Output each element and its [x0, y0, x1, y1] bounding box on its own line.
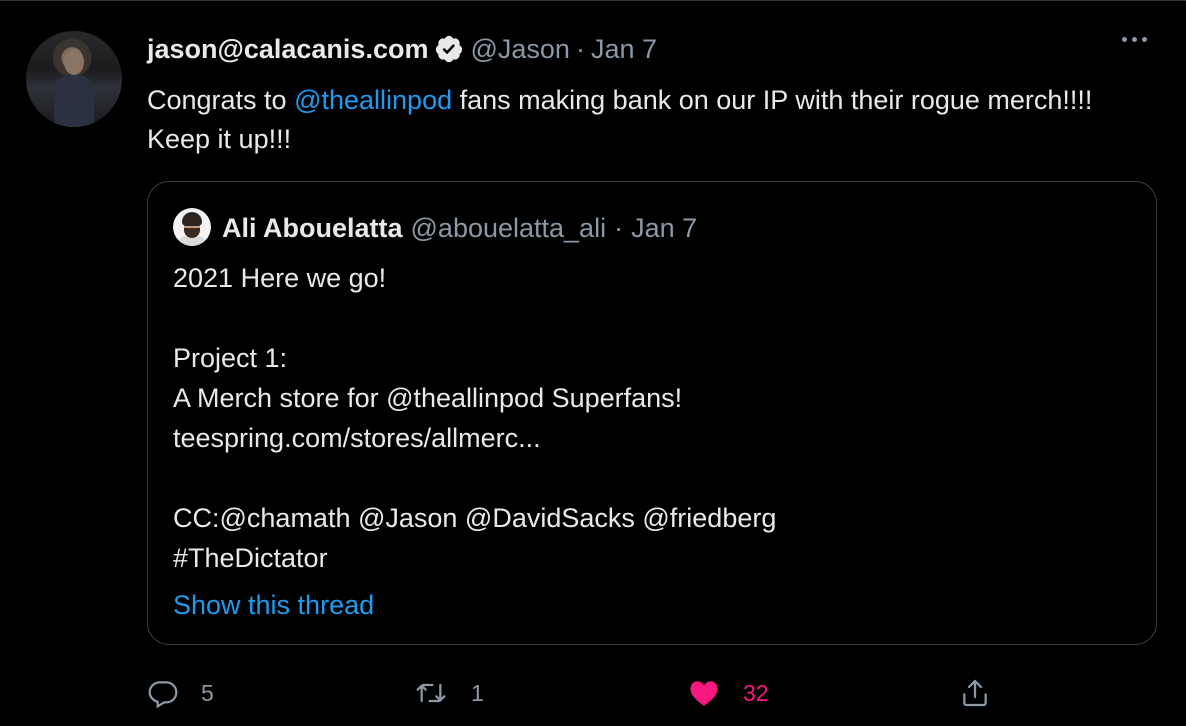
heart-icon [687, 677, 721, 709]
quoted-line: A Merch store for @theallinpod Superfans… [173, 383, 683, 413]
reply-button[interactable]: 5 [147, 669, 214, 717]
tweet[interactable]: jason@calacanis.com @Jason · Jan 7 Congr… [0, 0, 1186, 726]
retweet-icon [413, 677, 449, 709]
tweet-text: Congrats to @theallinpod fans making ban… [147, 81, 1127, 159]
quoted-tweet[interactable]: Ali Abouelatta @abouelatta_ali · Jan 7 2… [147, 181, 1157, 645]
like-count: 32 [743, 679, 769, 706]
quoted-line: #TheDictator [173, 543, 328, 573]
quoted-line [173, 298, 1133, 338]
author-name[interactable]: jason@calacanis.com [147, 31, 428, 67]
quoted-header: Ali Abouelatta @abouelatta_ali · Jan 7 [222, 210, 697, 246]
quoted-line: Project 1: [173, 343, 288, 373]
like-button[interactable]: 32 [687, 669, 769, 717]
author-handle[interactable]: @Jason [470, 31, 569, 67]
tweet-header: jason@calacanis.com @Jason · Jan 7 [147, 31, 657, 67]
quoted-author-handle: @abouelatta_ali [410, 213, 607, 243]
verified-badge-icon [434, 34, 464, 64]
quoted-separator: · [614, 213, 624, 243]
quoted-line: teespring.com/stores/allmerc... [173, 423, 541, 453]
tweet-text-before: Congrats to [147, 85, 295, 115]
share-button[interactable] [959, 669, 991, 717]
more-dot [1122, 37, 1127, 42]
reply-count: 5 [201, 679, 214, 706]
quoted-author-name: Ali Abouelatta [222, 213, 403, 243]
quoted-text: 2021 Here we go! Project 1: A Merch stor… [173, 258, 1133, 578]
quoted-date: Jan 7 [631, 213, 698, 243]
tweet-date[interactable]: Jan 7 [591, 31, 657, 67]
more-icon[interactable] [1122, 37, 1147, 42]
quoted-line [173, 458, 1133, 498]
avatar-body [54, 75, 94, 127]
reply-icon [147, 677, 179, 709]
quoted-line: CC:@chamath @Jason @DavidSacks @friedber… [173, 503, 777, 533]
quoted-line: 2021 Here we go! [173, 263, 387, 293]
quoted-author-avatar [173, 208, 211, 246]
more-dot [1132, 37, 1137, 42]
more-dot [1142, 37, 1147, 42]
author-avatar[interactable] [26, 31, 122, 127]
show-thread-link[interactable]: Show this thread [173, 585, 374, 625]
avatar-hair [182, 212, 202, 226]
retweet-count: 1 [471, 679, 484, 706]
header-separator: · [575, 34, 585, 64]
share-icon [959, 677, 991, 709]
avatar-head [64, 49, 84, 75]
retweet-button[interactable]: 1 [413, 669, 484, 717]
mention-link[interactable]: @theallinpod [294, 85, 452, 115]
action-bar: 5 1 32 [147, 669, 1007, 717]
